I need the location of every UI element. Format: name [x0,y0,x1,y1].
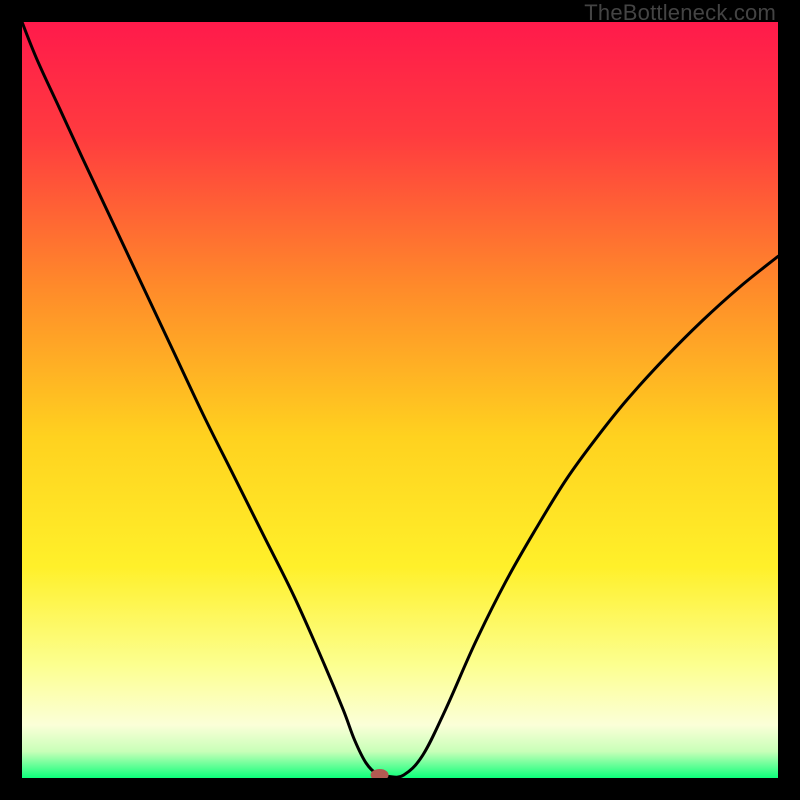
chart-background-gradient [22,22,778,778]
bottleneck-chart [22,22,778,778]
watermark-text: TheBottleneck.com [584,0,776,26]
chart-frame [22,22,778,778]
